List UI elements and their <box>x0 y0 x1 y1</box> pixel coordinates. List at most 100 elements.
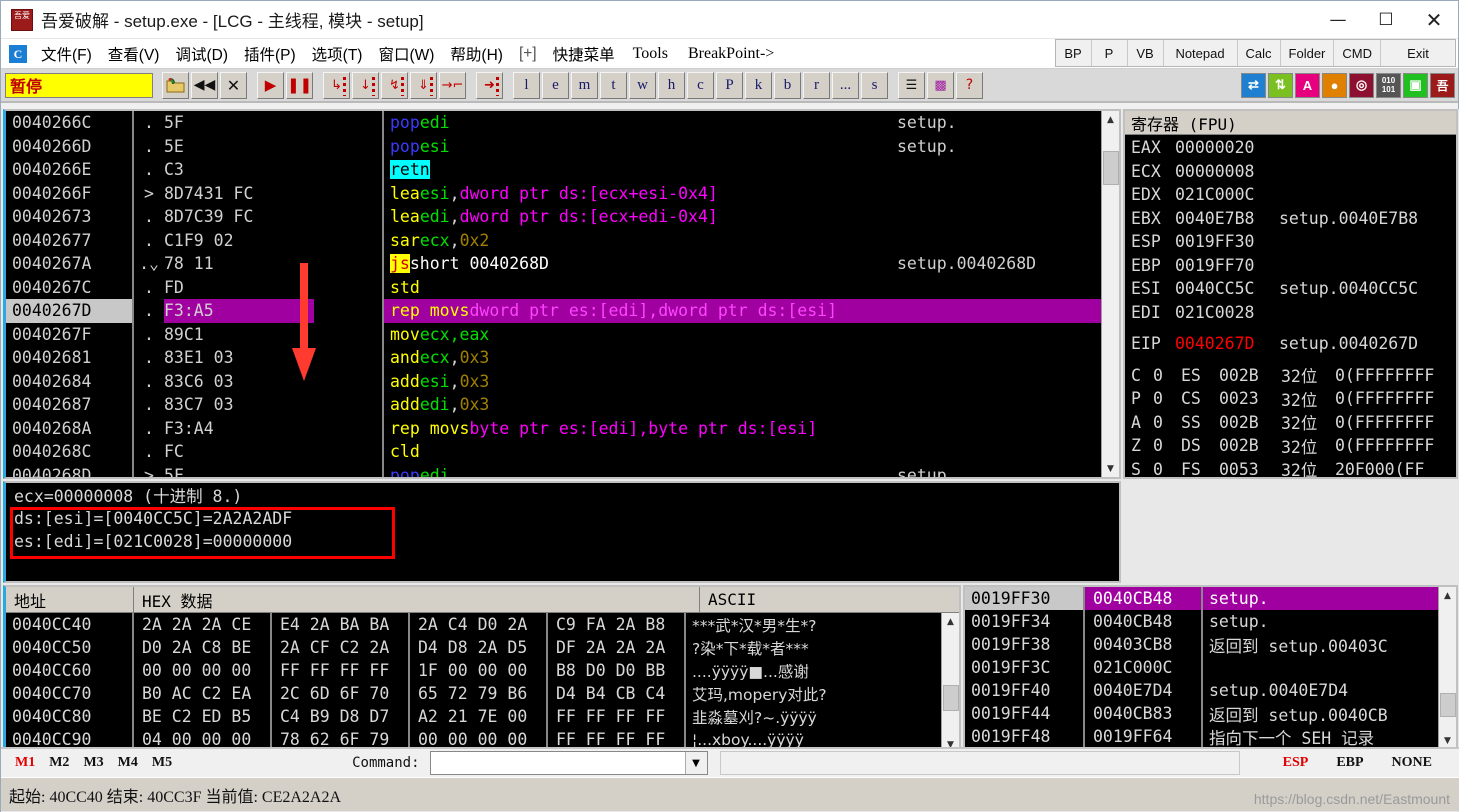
wuai-icon[interactable]: 吾 <box>1430 72 1455 98</box>
toolbar-button-b[interactable]: b <box>774 71 801 99</box>
maximize-icon[interactable]: ☐ <box>1362 1 1410 39</box>
stack-row[interactable]: 0019FF34 0040CB48 setup. <box>965 610 1456 633</box>
stack-row[interactable]: 0019FF44 0040CB83 返回到 setup.0040CB <box>965 702 1456 725</box>
stack-pane[interactable]: 0019FF30 0040CB48 setup. 0019FF34 0040CB48 se… <box>963 585 1458 751</box>
disassembly-row[interactable]: 0040268D >5F pop edi setup. <box>6 463 1119 477</box>
stack-scroll-thumb[interactable] <box>1439 693 1456 717</box>
disassembly-row[interactable]: 0040267D. F3:A5 rep movs dword ptr es:[edi… <box>6 299 1119 323</box>
register-row[interactable]: ESI 0040CC5C setup.0040CC5C <box>1131 277 1456 301</box>
disassembly-scrollbar[interactable]: ▲ ▼ <box>1101 111 1119 477</box>
toolbar-button-t[interactable]: t <box>600 71 627 99</box>
status-none[interactable]: NONE <box>1392 755 1432 771</box>
updown-icon[interactable]: ⇅ <box>1268 72 1293 98</box>
register-row[interactable]: EBX 0040E7B8 setup.0040E7B8 <box>1131 207 1456 231</box>
flag-row[interactable]: P 0 CS 0023 32位 0(FFFFFFFF <box>1131 387 1456 411</box>
toolbar-button-r[interactable]: r <box>803 71 830 99</box>
chevron-down-icon[interactable]: ▼ <box>684 752 707 774</box>
menu-item-view[interactable]: 查看(V) <box>100 43 168 65</box>
menu-item-breakpoint[interactable]: BreakPoint-> <box>678 45 784 63</box>
status-esp[interactable]: ESP <box>1283 755 1309 771</box>
scroll-up-icon[interactable]: ▲ <box>1101 111 1119 128</box>
sync-icon[interactable]: ⇄ <box>1241 72 1266 98</box>
disassembly-row[interactable]: 0040266C. 5F pop edi setup. <box>6 111 1119 135</box>
menu-item-window[interactable]: 窗口(W) <box>370 43 442 65</box>
registers-body[interactable]: EAX 00000020 ECX 00000008 EDX 021C000C EBX 0040… <box>1125 135 1456 477</box>
disassembly-row[interactable]: 0040266F >8D7431 FC lea esi, dword ptr ds:[… <box>6 181 1119 205</box>
menu-item-plugins[interactable]: 插件(P) <box>236 43 304 65</box>
toolbar-button-m[interactable]: m <box>571 71 598 99</box>
menu-item-tools[interactable]: Tools <box>623 45 678 63</box>
memory-button-m5[interactable]: M5 <box>152 755 172 771</box>
toolbar-button-s[interactable]: s <box>861 71 888 99</box>
toolbar-button-p[interactable]: P <box>716 71 743 99</box>
stack-row[interactable]: 0019FF48 0019FF64 指向下一个 SEH 记录 <box>965 725 1456 748</box>
disassembly-row[interactable]: 00402687. 83C7 03 add edi, 0x3 <box>6 393 1119 417</box>
register-row[interactable]: EAX 00000020 <box>1131 136 1456 160</box>
register-row[interactable]: EDI 021C0028 <box>1131 301 1456 325</box>
anti-debug-icon[interactable]: A <box>1295 72 1320 98</box>
memory-button-m1[interactable]: M1 <box>15 755 35 771</box>
dump-row[interactable]: 0040CC70 B0 AC C2 EA 2C 6D 6F 70 65 72 79 B… <box>6 682 959 705</box>
list-icon[interactable]: ☰ <box>898 71 925 99</box>
scroll-down-icon[interactable]: ▼ <box>1101 460 1119 477</box>
toolbar-button-c[interactable]: c <box>687 71 714 99</box>
status-ebp[interactable]: EBP <box>1336 755 1363 771</box>
disassembly-row[interactable]: 0040268A. F3:A4 rep movs byte ptr es:[edi]… <box>6 416 1119 440</box>
restart-icon[interactable]: ◀◀ <box>191 71 218 99</box>
quick-button-exit[interactable]: Exit <box>1381 40 1455 66</box>
stack-scrollbar[interactable]: ▲ ▼ <box>1438 587 1456 749</box>
toolbar-button-e[interactable]: e <box>542 71 569 99</box>
dump-rows[interactable]: 0040CC40 2A 2A 2A CE E4 2A BA BA 2A C4 D0 2… <box>6 613 959 749</box>
memory-button-m2[interactable]: M2 <box>49 755 69 771</box>
disassembly-row[interactable]: 0040266D. 5E pop esi setup. <box>6 134 1119 158</box>
execute-till-return-icon[interactable]: →⌐ <box>439 71 466 99</box>
quick-button-folder[interactable]: Folder <box>1280 40 1335 66</box>
dump-row[interactable]: 0040CC50 D0 2A C8 BE 2A CF C2 2A D4 D8 2A D… <box>6 636 959 659</box>
register-row[interactable]: ESP 0019FF30 <box>1131 230 1456 254</box>
menu-item-help[interactable]: 帮助(H) <box>442 43 511 65</box>
record-icon[interactable]: ● <box>1322 72 1347 98</box>
menu-item-debug[interactable]: 调试(D) <box>167 43 236 65</box>
disassembly-row[interactable]: 0040267C. FD std <box>6 275 1119 299</box>
flag-row[interactable]: A 0 SS 002B 32位 0(FFFFFFFF <box>1131 411 1456 435</box>
stack-row[interactable]: 0019FF30 0040CB48 setup. <box>965 587 1456 610</box>
run-to-cursor-icon[interactable]: ➜ <box>476 71 503 99</box>
register-row[interactable]: EBP 0019FF70 <box>1131 254 1456 278</box>
dump-scroll-up-icon[interactable]: ▲ <box>941 613 959 630</box>
toolbar-button-h[interactable]: h <box>658 71 685 99</box>
dump-scroll-thumb[interactable] <box>942 685 959 711</box>
register-row-eip[interactable]: EIP 0040267D setup.0040267D <box>1131 332 1456 356</box>
dump-row[interactable]: 0040CC80 BE C2 ED B5 C4 B9 D8 D7 A2 21 7E 0… <box>6 705 959 728</box>
trace-over-icon[interactable]: ⇓ <box>410 71 437 99</box>
memory-button-m3[interactable]: M3 <box>83 755 103 771</box>
disassembly-pane[interactable]: 0040266C. 5F pop edi setup. 0040266D. 5E pop e… <box>3 109 1121 479</box>
command-input[interactable]: ▼ <box>429 751 708 775</box>
stack-row[interactable]: 0019FF3C 021C000C <box>965 656 1456 679</box>
disassembly-row[interactable]: 0040267F. 89C1 mov ecx,eax <box>6 322 1119 346</box>
memory-button-m4[interactable]: M4 <box>118 755 138 771</box>
disassembly-row[interactable]: 00402684. 83C6 03 add esi, 0x3 <box>6 369 1119 393</box>
quick-button-bp[interactable]: BP <box>1055 40 1092 66</box>
register-row[interactable]: ECX 00000008 <box>1131 160 1456 184</box>
toolbar-button-w[interactable]: w <box>629 71 656 99</box>
screen-icon[interactable]: ▣ <box>1403 72 1428 98</box>
flag-row[interactable]: Z 0 DS 002B 32位 0(FFFFFFFF <box>1131 434 1456 458</box>
quick-button-vb[interactable]: VB <box>1127 40 1164 66</box>
target-icon[interactable]: ◎ <box>1349 72 1374 98</box>
disassembly-row[interactable]: 00402677. C1F9 02 sar ecx, 0x2 <box>6 228 1119 252</box>
close-program-icon[interactable]: ✕ <box>220 71 247 99</box>
stack-scroll-up-icon[interactable]: ▲ <box>1438 587 1456 604</box>
minimize-icon[interactable]: — <box>1314 1 1362 39</box>
menu-item-file[interactable]: 文件(F) <box>33 43 100 65</box>
disassembly-row[interactable]: 0040268C. FC cld <box>6 440 1119 464</box>
run-icon[interactable]: ▶ <box>257 71 284 99</box>
flag-row[interactable]: S 0 FS 0053 32位 20F000(FF <box>1131 458 1456 477</box>
registers-pane[interactable]: 寄存器 (FPU) EAX 00000020 ECX 00000008 EDX 021C0… <box>1123 109 1458 479</box>
quick-button-p[interactable]: P <box>1091 40 1128 66</box>
step-over-icon[interactable]: ↓ <box>352 71 379 99</box>
plugin-icon[interactable]: ▩ <box>927 71 954 99</box>
flag-row[interactable]: C 0 ES 002B 32位 0(FFFFFFFF <box>1131 364 1456 388</box>
quick-button-notepad[interactable]: Notepad <box>1163 40 1238 66</box>
help-icon[interactable]: ? <box>956 71 983 99</box>
stack-rows[interactable]: 0019FF30 0040CB48 setup. 0019FF34 0040CB48 se… <box>965 587 1456 748</box>
